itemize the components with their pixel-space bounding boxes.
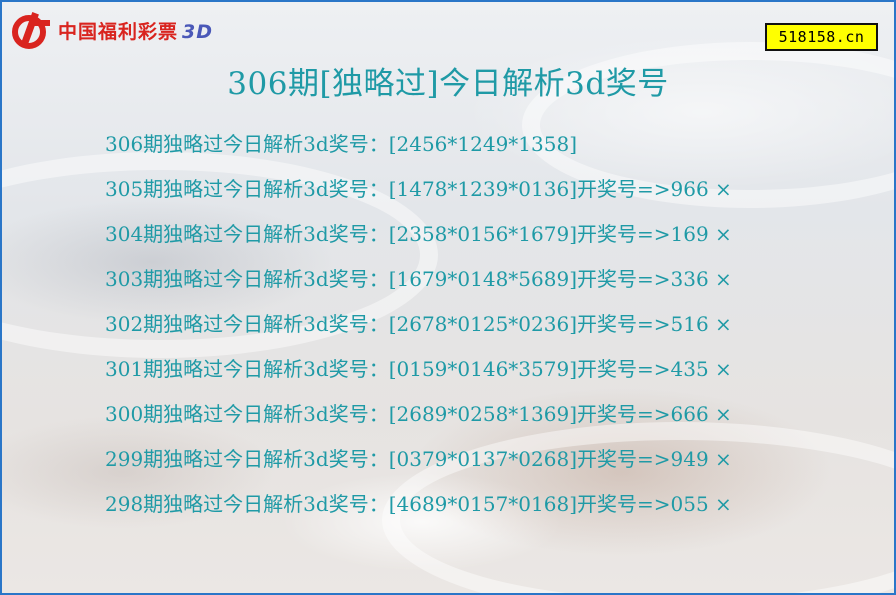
prediction-row: 298期独略过今日解析3d奖号：[4689*0157*0168]开奖号=>055… <box>105 492 732 516</box>
lottery-logo: 中国福利彩票 3D <box>10 10 213 50</box>
prediction-row: 303期独略过今日解析3d奖号：[1679*0148*5689]开奖号=>336… <box>105 267 732 291</box>
prediction-row: 299期独略过今日解析3d奖号：[0379*0137*0268]开奖号=>949… <box>105 447 732 471</box>
prediction-list: 306期独略过今日解析3d奖号：[2456*1249*1358] 305期独略过… <box>105 127 732 532</box>
prediction-row: 306期独略过今日解析3d奖号：[2456*1249*1358] <box>105 132 578 156</box>
prediction-row: 305期独略过今日解析3d奖号：[1478*1239*0136]开奖号=>966… <box>105 177 732 201</box>
prediction-row: 300期独略过今日解析3d奖号：[2689*0258*1369]开奖号=>666… <box>105 402 732 426</box>
prediction-row: 304期独略过今日解析3d奖号：[2358*0156*1679]开奖号=>169… <box>105 222 732 246</box>
poster: 中国福利彩票 3D 518158.cn 306期[独略过]今日解析3d奖号 306… <box>0 0 896 595</box>
prediction-row: 301期独略过今日解析3d奖号：[0159*0146*3579]开奖号=>435… <box>105 357 732 381</box>
site-badge[interactable]: 518158.cn <box>765 23 878 51</box>
page-title: 306期[独略过]今日解析3d奖号 <box>227 66 669 102</box>
lottery-logo-text: 中国福利彩票 3D <box>58 20 214 43</box>
lottery-logo-icon <box>10 10 52 50</box>
prediction-row: 302期独略过今日解析3d奖号：[2678*0125*0236]开奖号=>516… <box>105 312 732 336</box>
